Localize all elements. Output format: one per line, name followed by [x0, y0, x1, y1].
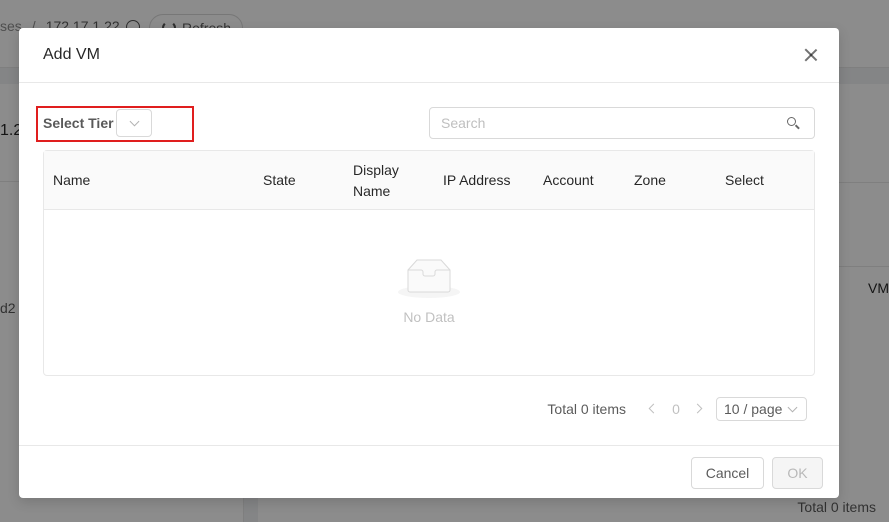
column-header-state[interactable]: State [263, 151, 296, 210]
pagination: Total 0 items 0 10 / page [547, 397, 807, 421]
chevron-left-icon [648, 403, 659, 414]
next-page-button[interactable] [688, 397, 712, 421]
ok-button[interactable]: OK [772, 457, 823, 489]
modal-header: Add VM [19, 28, 839, 83]
column-header-select[interactable]: Select [725, 151, 764, 210]
chevron-down-icon [787, 402, 798, 413]
column-header-account[interactable]: Account [543, 151, 594, 210]
close-icon[interactable] [801, 45, 821, 65]
empty-inbox-icon [398, 259, 460, 298]
empty-state: No Data [44, 211, 814, 376]
column-header-ip-address[interactable]: IP Address [443, 151, 510, 210]
column-header-display-name[interactable]: Display Name [353, 151, 413, 210]
table-header: Name State Display Name IP Address Accou… [44, 151, 814, 210]
prev-page-button[interactable] [640, 397, 664, 421]
modal-footer: Cancel OK [19, 445, 839, 498]
page-size-select[interactable]: 10 / page [716, 397, 807, 421]
vm-table: Name State Display Name IP Address Accou… [43, 150, 815, 376]
chevron-down-icon [129, 116, 140, 127]
chevron-right-icon [692, 403, 703, 414]
search-icon[interactable] [787, 117, 800, 130]
empty-text: No Data [403, 309, 455, 325]
page-size-value: 10 / page [724, 401, 783, 417]
pagination-total: Total 0 items [547, 401, 626, 417]
column-header-zone[interactable]: Zone [634, 151, 666, 210]
add-vm-modal: Add VM Select Tier Name State Display Na… [19, 28, 839, 498]
cancel-button[interactable]: Cancel [691, 457, 764, 489]
search-box [429, 107, 815, 139]
tier-select[interactable] [116, 109, 152, 137]
search-input[interactable] [430, 108, 760, 138]
page-number[interactable]: 0 [664, 401, 688, 417]
modal-title: Add VM [43, 46, 100, 63]
column-header-name[interactable]: Name [53, 151, 90, 210]
select-tier-label: Select Tier [43, 115, 114, 131]
